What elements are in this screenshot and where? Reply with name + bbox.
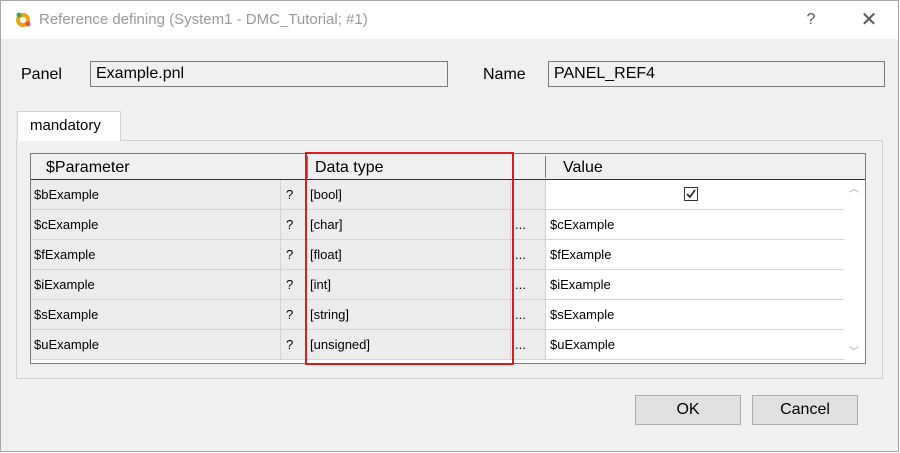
table-row[interactable]: $bExample ? [bool]: [31, 180, 865, 210]
vertical-scrollbar[interactable]: ︿ ﹀: [844, 180, 864, 363]
help-cell[interactable]: ?: [281, 330, 306, 360]
tab-mandatory[interactable]: mandatory: [17, 111, 121, 141]
help-cell[interactable]: ?: [281, 210, 306, 240]
data-type-cell: [float]: [306, 240, 511, 270]
parameter-cell: $bExample: [31, 180, 281, 210]
header-value: Value: [563, 159, 603, 176]
parameter-cell: $uExample: [31, 330, 281, 360]
value-cell[interactable]: $uExample: [546, 330, 844, 360]
value-cell[interactable]: $fExample: [546, 240, 844, 270]
panel-field[interactable]: Example.pnl: [90, 61, 448, 87]
parameter-cell: $iExample: [31, 270, 281, 300]
header-separator: [545, 156, 546, 178]
header-data-type: Data type: [315, 159, 384, 176]
parameter-cell: $fExample: [31, 240, 281, 270]
ellipsis-button[interactable]: ...: [511, 300, 546, 330]
app-gear-icon: [16, 12, 31, 27]
table-row[interactable]: $sExample ? [string] ... $sExample: [31, 300, 865, 330]
table-row[interactable]: $cExample ? [char] ... $cExample: [31, 210, 865, 240]
window-title: Reference defining (System1 - DMC_Tutori…: [39, 11, 368, 28]
header-parameter: $Parameter: [46, 159, 130, 176]
data-type-cell: [bool]: [306, 180, 511, 210]
dialog-window: Reference defining (System1 - DMC_Tutori…: [0, 0, 899, 452]
parameter-cell: $sExample: [31, 300, 281, 330]
title-bar: Reference defining (System1 - DMC_Tutori…: [1, 1, 898, 39]
data-type-cell: [char]: [306, 210, 511, 240]
value-cell[interactable]: $sExample: [546, 300, 844, 330]
header-separator: [307, 156, 308, 178]
scroll-up-icon[interactable]: ︿: [844, 182, 864, 198]
data-type-cell: [unsigned]: [306, 330, 511, 360]
table-row[interactable]: $iExample ? [int] ... $iExample: [31, 270, 865, 300]
help-cell[interactable]: ?: [281, 300, 306, 330]
help-icon[interactable]: ?: [796, 7, 826, 33]
ellipsis-button[interactable]: ...: [511, 240, 546, 270]
table-row[interactable]: $uExample ? [unsigned] ... $uExample: [31, 330, 865, 360]
data-type-cell: [string]: [306, 300, 511, 330]
ellipsis-button[interactable]: [511, 180, 546, 210]
table-header: $Parameter Data type Value: [31, 154, 865, 180]
scroll-down-icon[interactable]: ﹀: [844, 345, 864, 361]
ellipsis-button[interactable]: ...: [511, 270, 546, 300]
value-cell[interactable]: $iExample: [546, 270, 844, 300]
cancel-button[interactable]: Cancel: [752, 395, 858, 425]
help-cell[interactable]: ?: [281, 270, 306, 300]
parameter-cell: $cExample: [31, 210, 281, 240]
parameter-table: $Parameter Data type Value $bExample ? […: [30, 153, 866, 364]
panel-label: Panel: [21, 66, 62, 83]
value-cell[interactable]: [546, 180, 844, 210]
help-cell[interactable]: ?: [281, 180, 306, 210]
name-field[interactable]: PANEL_REF4: [548, 61, 885, 87]
checkbox-checked-icon[interactable]: [684, 187, 698, 201]
ellipsis-button[interactable]: ...: [511, 210, 546, 240]
value-cell[interactable]: $cExample: [546, 210, 844, 240]
table-row[interactable]: $fExample ? [float] ... $fExample: [31, 240, 865, 270]
data-type-cell: [int]: [306, 270, 511, 300]
ok-button[interactable]: OK: [635, 395, 741, 425]
name-label: Name: [483, 66, 526, 83]
ellipsis-button[interactable]: ...: [511, 330, 546, 360]
close-icon[interactable]: ✕: [854, 7, 884, 33]
help-cell[interactable]: ?: [281, 240, 306, 270]
